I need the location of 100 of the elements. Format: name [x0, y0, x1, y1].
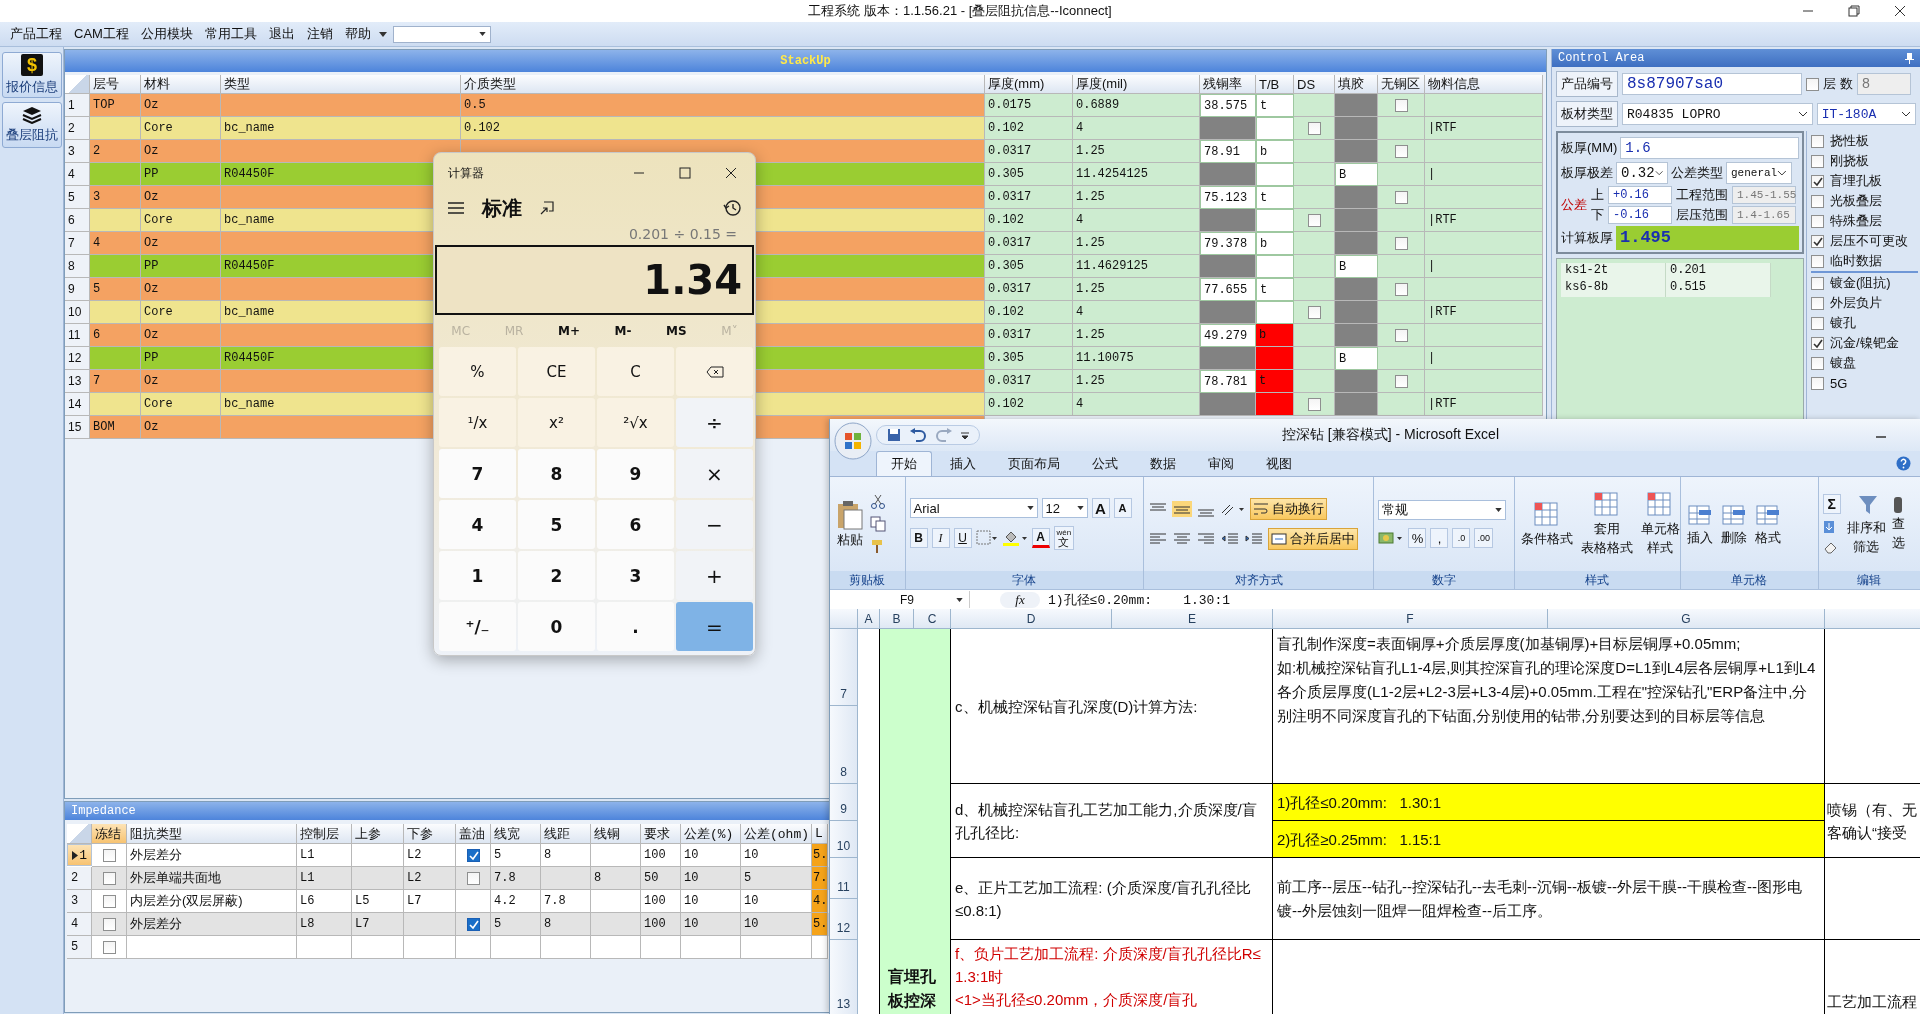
number-button[interactable]: , [1430, 528, 1449, 548]
decimal-button[interactable]: .0 [1452, 528, 1471, 548]
column-header[interactable]: 厚度(mil) [1073, 75, 1200, 94]
phonetic-button[interactable]: wén 文 [1053, 526, 1075, 550]
column-header[interactable]: 阻抗类型 [127, 824, 297, 844]
style-button[interactable]: 条件格式 [1518, 500, 1575, 548]
ribbon-tab[interactable]: 审阅 [1194, 452, 1248, 476]
checkbox[interactable] [466, 871, 480, 885]
row-header[interactable]: 13 [830, 940, 858, 1014]
calculator-key[interactable]: ¹/x [439, 398, 516, 447]
menu-item[interactable]: 帮助 [338, 25, 377, 43]
dropdown[interactable]: 0.32 [1616, 161, 1668, 184]
checkbox[interactable] [102, 940, 116, 954]
calculator-key[interactable]: C [597, 347, 674, 396]
font-field[interactable]: Arial [909, 498, 1038, 518]
menu-item[interactable]: 注销 [300, 25, 339, 43]
calculator-key[interactable]: CE [518, 347, 595, 396]
calculator-key[interactable]: ÷ [676, 398, 753, 447]
input-field[interactable]: 1.45-1.55 [1732, 186, 1796, 204]
sidebar-button[interactable]: $ 报价信息 [2, 52, 62, 98]
select-all-corner[interactable] [65, 75, 90, 94]
pin-icon[interactable] [1905, 52, 1914, 64]
row-header[interactable]: 7 [830, 629, 858, 706]
history-icon[interactable] [723, 199, 741, 217]
column-header[interactable]: DS [1294, 75, 1335, 94]
calculator-key[interactable]: % [439, 347, 516, 396]
column-header[interactable]: 厚度(mm) [985, 75, 1073, 94]
row-header[interactable]: 10 [65, 301, 90, 324]
column-header[interactable]: 线距 [541, 824, 591, 844]
row-header[interactable]: 4 [65, 163, 90, 186]
ribbon-tab[interactable]: 插入 [936, 452, 990, 476]
save-icon[interactable] [887, 428, 901, 442]
redo-icon[interactable] [935, 428, 953, 442]
row-header[interactable]: 9 [65, 278, 90, 301]
size-field[interactable]: 12 [1041, 498, 1088, 518]
column-header[interactable]: G [1548, 609, 1825, 629]
autosum-button[interactable]: Σ [1822, 494, 1841, 514]
format-button[interactable]: U [953, 528, 972, 548]
row-header[interactable]: 6 [65, 209, 90, 232]
fill-color-icon[interactable] [1001, 529, 1028, 547]
checkbox[interactable] [1394, 190, 1408, 204]
merge-center-button[interactable]: 合并后居中 [1267, 528, 1358, 550]
borders-icon[interactable] [975, 530, 998, 546]
checkbox[interactable] [1307, 213, 1321, 227]
decimal-button[interactable]: .00 [1474, 528, 1493, 548]
name-box[interactable]: F9 [830, 591, 970, 608]
dropdown[interactable]: R04835 LOPRO [1622, 103, 1813, 125]
row-header[interactable]: 8 [65, 255, 90, 278]
row-header[interactable]: 11 [830, 858, 858, 899]
calculator-key[interactable]: = [676, 602, 753, 651]
menu-item[interactable]: 退出 [262, 25, 301, 43]
row-header[interactable]: 8 [830, 706, 858, 784]
checkbox[interactable] [1810, 234, 1824, 248]
calculator-key[interactable]: 6 [597, 500, 674, 549]
caret-icon[interactable] [961, 431, 969, 439]
checkbox[interactable] [1810, 376, 1824, 390]
calculator-key[interactable]: − [676, 500, 753, 549]
calculator-key[interactable]: 5 [518, 500, 595, 549]
checkbox[interactable] [1810, 296, 1824, 310]
column-header[interactable]: C [914, 609, 951, 629]
style-button[interactable]: 套用 表格格式 [1578, 491, 1635, 557]
maximize-icon[interactable] [679, 167, 691, 179]
number-format-field[interactable]: 常规 [1378, 500, 1507, 520]
copy-icon[interactable] [870, 516, 886, 532]
format-button[interactable]: B [909, 528, 928, 548]
checkbox[interactable] [1810, 154, 1824, 168]
column-header[interactable]: 层号 [90, 75, 141, 94]
row-header[interactable]: 13 [65, 370, 90, 393]
undo-icon[interactable] [909, 428, 927, 442]
calculator-key[interactable]: × [676, 449, 753, 498]
calculator-key[interactable]: 1 [439, 551, 516, 600]
checkbox[interactable] [1307, 397, 1321, 411]
help-icon[interactable] [1896, 456, 1911, 471]
checkbox[interactable] [1810, 174, 1824, 188]
ribbon-tab[interactable]: 数据 [1136, 452, 1190, 476]
column-header[interactable]: A [858, 609, 880, 629]
calculator-key[interactable]: 9 [597, 449, 674, 498]
eraser-icon[interactable] [1822, 540, 1839, 554]
align-center-icon[interactable] [1171, 531, 1192, 547]
menu-item[interactable]: 常用工具 [198, 25, 263, 43]
calculator-key[interactable]: ²√x [597, 398, 674, 447]
close-icon[interactable] [725, 167, 737, 179]
column-header[interactable]: 公差(%) [681, 824, 741, 844]
column-header[interactable]: 控制层 [297, 824, 352, 844]
ribbon-tab[interactable]: 视图 [1252, 452, 1306, 476]
ribbon-tab[interactable]: 开始 [876, 451, 932, 476]
column-header[interactable]: 线铜 [591, 824, 641, 844]
calculator-key[interactable]: 4 [439, 500, 516, 549]
dropdown[interactable]: IT-180A [1816, 103, 1916, 125]
row-header[interactable]: 1 [67, 844, 92, 866]
calculator-key[interactable]: x² [518, 398, 595, 447]
decrease-indent-icon[interactable] [1219, 531, 1240, 547]
find-select-button[interactable]: 查 选 [1891, 496, 1905, 552]
memory-button[interactable]: MS [666, 324, 687, 338]
calculator-key[interactable]: + [676, 551, 753, 600]
column-header[interactable]: 残铜率 [1200, 75, 1256, 94]
column-header[interactable]: 下参 [404, 824, 456, 844]
column-header[interactable]: 填胶 [1335, 75, 1378, 94]
calculator-key[interactable] [676, 347, 753, 396]
checkbox[interactable] [1394, 236, 1408, 250]
